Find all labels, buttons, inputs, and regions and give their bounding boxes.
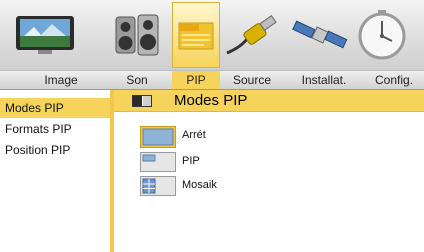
content-panel: Modes PIP Arrét PIP Mosaik bbox=[114, 90, 424, 252]
tab-source-icon[interactable] bbox=[222, 2, 282, 68]
clock-icon bbox=[358, 10, 406, 60]
pip-off-icon bbox=[140, 126, 176, 148]
page-title: Modes PIP bbox=[174, 92, 248, 109]
category-label-bar: Image Son PIP Source Installat. Config. bbox=[0, 70, 424, 90]
tab-image[interactable]: Image bbox=[26, 71, 96, 89]
tab-son-icon[interactable] bbox=[112, 2, 162, 68]
plug-icon bbox=[226, 15, 277, 55]
option-mosaik-label: Mosaik bbox=[182, 179, 217, 191]
tab-installat[interactable]: Installat. bbox=[292, 71, 356, 89]
option-mosaik[interactable]: Mosaik bbox=[140, 176, 300, 198]
option-pip[interactable]: PIP bbox=[140, 152, 300, 174]
tab-config-icon[interactable] bbox=[352, 2, 412, 68]
submenu-panel: Modes PIP Formats PIP Position PIP bbox=[0, 90, 114, 252]
pip-icon bbox=[178, 22, 214, 50]
submenu-item-position-pip[interactable]: Position PIP bbox=[0, 140, 110, 160]
option-arret-label: Arrét bbox=[182, 129, 206, 141]
submenu-item-formats-pip[interactable]: Formats PIP bbox=[0, 119, 110, 139]
tab-source[interactable]: Source bbox=[222, 71, 282, 89]
category-icon-bar bbox=[0, 0, 424, 70]
pip-mode-icon bbox=[132, 95, 152, 107]
satellite-icon bbox=[292, 20, 348, 49]
option-pip-label: PIP bbox=[182, 155, 200, 167]
panel-header: Modes PIP bbox=[114, 90, 424, 112]
option-arret[interactable]: Arrét bbox=[140, 126, 300, 148]
mosaic-icon bbox=[140, 176, 176, 196]
tab-pip-icon[interactable] bbox=[172, 2, 220, 68]
tv-landscape-icon bbox=[16, 16, 74, 54]
pip-window-icon bbox=[140, 152, 176, 172]
speaker-icon bbox=[115, 14, 159, 56]
tab-config[interactable]: Config. bbox=[364, 71, 424, 89]
tab-image-icon[interactable] bbox=[14, 2, 76, 68]
tab-installat-icon[interactable] bbox=[292, 2, 350, 68]
tab-son[interactable]: Son bbox=[112, 71, 162, 89]
pip-settings-menu: Image Son PIP Source Installat. Config. … bbox=[0, 0, 424, 252]
submenu-item-modes-pip[interactable]: Modes PIP bbox=[0, 98, 110, 118]
tab-pip[interactable]: PIP bbox=[172, 71, 220, 89]
